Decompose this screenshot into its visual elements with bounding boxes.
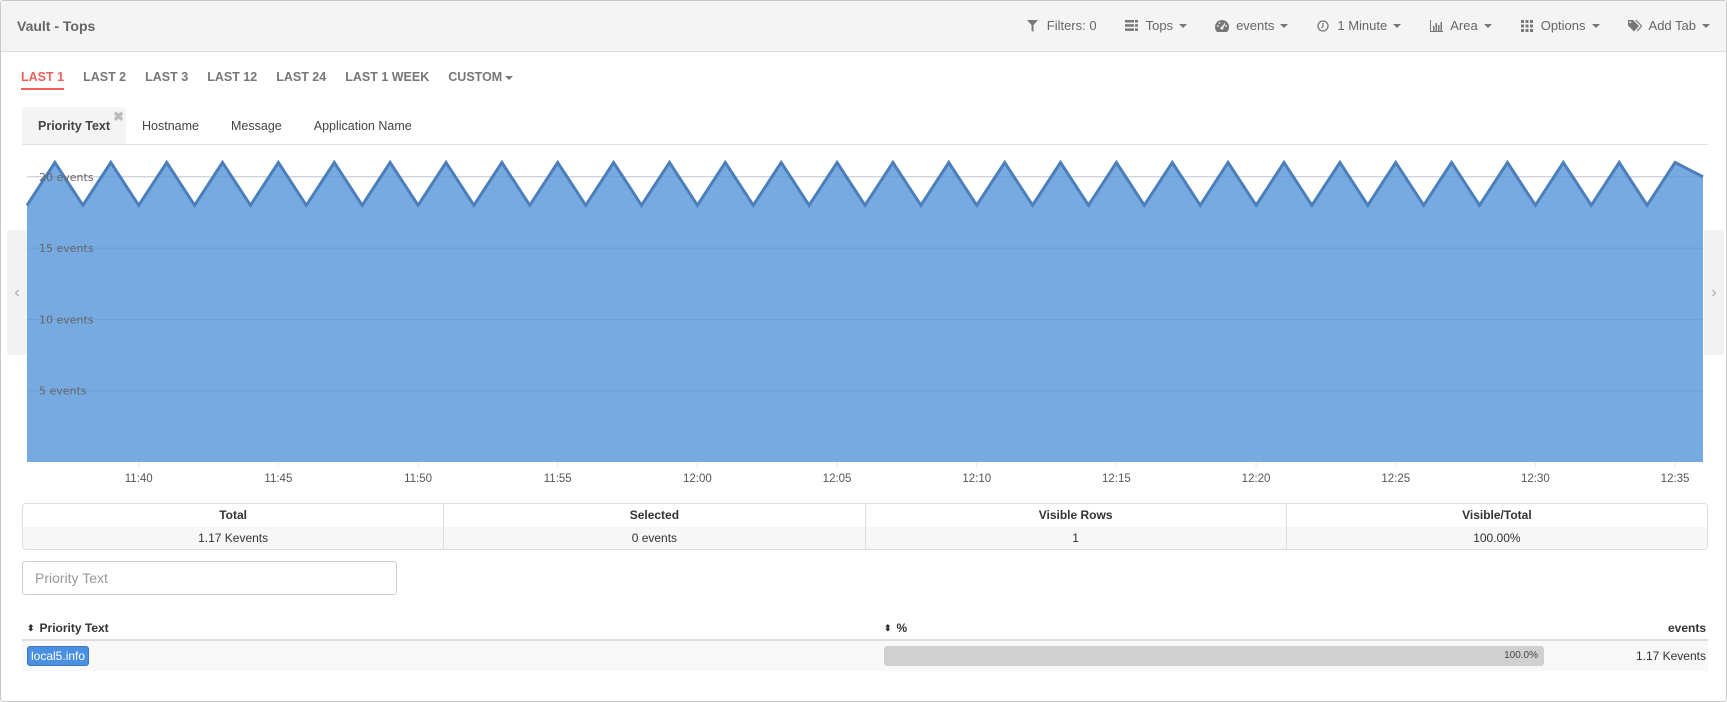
time-tab-custom[interactable]: CUSTOM	[448, 70, 514, 90]
caret-down-icon	[1483, 23, 1492, 28]
x-tick-label: 12:30	[1521, 473, 1550, 485]
x-tick-label: 11:50	[404, 473, 432, 485]
x-tick-label: 12:35	[1661, 473, 1690, 485]
stat-value: 1	[865, 527, 1286, 549]
stat-label: Selected	[444, 504, 865, 527]
stat-label: Visible Rows	[865, 504, 1286, 527]
app-window: Vault - Tops Filters: 0 Tops events 1 Mi…	[0, 0, 1727, 702]
chart-type-label: Area	[1450, 18, 1478, 33]
grid-icon	[1520, 19, 1534, 33]
field-tab-priority-text[interactable]: Priority Text ✖	[22, 107, 127, 144]
percent-bar: 100.0%	[884, 646, 1544, 666]
y-tick-label: 5 events	[39, 385, 87, 398]
y-tick-label: 10 events	[39, 313, 94, 326]
table-row: local5.info 100.0% 1.17 Kevents	[22, 641, 1708, 671]
x-tick-label: 11:55	[544, 473, 572, 485]
field-tabs: Priority Text ✖ Hostname Message Applica…	[22, 107, 1708, 145]
column-label: Priority Text	[39, 621, 109, 635]
chart-container: ‹ › 5 events 10 events 15 events 20 events …	[1, 146, 1727, 491]
list-icon	[1125, 19, 1139, 33]
bar-chart-icon	[1429, 19, 1443, 33]
stat-visible-total: Visible/Total 100.00%	[1286, 504, 1707, 549]
clock-icon	[1316, 19, 1330, 33]
stat-visible-rows: Visible Rows 1	[865, 504, 1287, 549]
events-cell: 1.17 Kevents	[1635, 649, 1706, 663]
percent-bar-label: 100.0%	[1504, 650, 1538, 661]
x-tick-label: 12:20	[1242, 473, 1271, 485]
tag-icon	[1627, 19, 1642, 33]
stat-value: 1.17 Kevents	[23, 527, 444, 549]
stat-selected: Selected 0 events	[444, 504, 866, 549]
events-label: events	[1236, 18, 1275, 33]
x-tick-label: 12:15	[1102, 473, 1131, 485]
x-tick-label: 12:00	[683, 473, 712, 485]
time-range-tabs: LAST 1 LAST 2 LAST 3 LAST 12 LAST 24 LAS…	[21, 70, 532, 90]
field-tab-label: Priority Text	[38, 119, 111, 133]
field-tab-application-name[interactable]: Application Name	[298, 107, 428, 144]
time-tab-last-24[interactable]: LAST 24	[276, 70, 326, 90]
time-tab-last-2[interactable]: LAST 2	[83, 70, 126, 90]
x-tick-label: 11:40	[125, 473, 153, 485]
column-label: %	[896, 621, 908, 635]
y-tick-label: 20 events	[39, 171, 94, 184]
interval-dropdown[interactable]: 1 Minute	[1316, 18, 1402, 33]
column-header-events[interactable]: events	[1544, 621, 1708, 635]
tops-label: Tops	[1145, 18, 1174, 33]
x-tick-label: 12:25	[1381, 473, 1410, 485]
time-tab-last-1[interactable]: LAST 1	[21, 70, 65, 90]
priority-text-filter-input[interactable]	[22, 561, 397, 595]
time-tab-last-3[interactable]: LAST 3	[145, 70, 188, 90]
percent-cell: 100.0%	[884, 646, 1544, 666]
tops-dropdown[interactable]: Tops	[1125, 18, 1188, 33]
field-tab-hostname[interactable]: Hostname	[126, 107, 215, 144]
table-header: ⬍ Priority Text ⬍ % events	[22, 617, 1708, 641]
x-tick-label: 11:45	[264, 473, 292, 485]
x-tick-label: 12:05	[823, 473, 852, 485]
stat-value: 0 events	[444, 527, 865, 549]
close-tab-icon[interactable]: ✖	[113, 98, 124, 136]
caret-down-icon	[1280, 23, 1289, 28]
x-tick-label: 12:10	[962, 473, 991, 485]
y-tick-label: 15 events	[39, 242, 94, 255]
time-tab-last-12[interactable]: LAST 12	[207, 70, 257, 90]
stat-value: 100.00%	[1286, 527, 1707, 549]
stat-label: Total	[23, 504, 444, 527]
area-chart[interactable]: 5 events 10 events 15 events 20 events 11:4…	[1, 146, 1727, 491]
top-bar: Vault - Tops Filters: 0 Tops events 1 Mi…	[1, 1, 1726, 52]
stat-label: Visible/Total	[1286, 504, 1707, 527]
app-title: Vault - Tops	[17, 18, 96, 34]
sort-icon: ⬍	[27, 622, 35, 633]
options-dropdown[interactable]: Options	[1520, 18, 1600, 33]
priority-text-cell: local5.info	[22, 646, 884, 666]
stat-total: Total 1.17 Kevents	[23, 504, 445, 549]
interval-label: 1 Minute	[1337, 18, 1388, 33]
add-tab-dropdown[interactable]: Add Tab	[1627, 18, 1710, 33]
dashboard-icon	[1215, 19, 1230, 33]
filters-button[interactable]: Filters: 0	[1026, 18, 1097, 33]
column-header-priority-text[interactable]: ⬍ Priority Text	[22, 621, 884, 635]
stats-panel: Total 1.17 Kevents Selected 0 events Vis…	[22, 503, 1708, 550]
sort-icon: ⬍	[884, 622, 892, 633]
column-header-percent[interactable]: ⬍ %	[884, 621, 1544, 635]
time-tab-last-1-week[interactable]: LAST 1 WEEK	[345, 70, 429, 90]
caret-down-icon	[1393, 23, 1402, 28]
caret-down-icon	[1179, 23, 1188, 28]
percent-bar-fill	[884, 646, 1544, 666]
results-table: ⬍ Priority Text ⬍ % events local5.info 1…	[22, 617, 1708, 671]
toolbar: Filters: 0 Tops events 1 Minute Area Opt…	[998, 18, 1710, 33]
caret-down-icon	[1591, 23, 1600, 28]
priority-tag[interactable]: local5.info	[27, 646, 90, 666]
add-tab-label: Add Tab	[1648, 18, 1696, 33]
caret-down-icon	[505, 75, 514, 80]
field-tab-message[interactable]: Message	[215, 107, 298, 144]
filter-icon	[1026, 19, 1040, 33]
options-label: Options	[1540, 18, 1586, 33]
chart-type-dropdown[interactable]: Area	[1429, 18, 1492, 33]
custom-label: CUSTOM	[448, 70, 503, 84]
caret-down-icon	[1702, 23, 1710, 28]
filters-label: Filters: 0	[1046, 18, 1097, 33]
events-dropdown[interactable]: events	[1215, 18, 1289, 33]
